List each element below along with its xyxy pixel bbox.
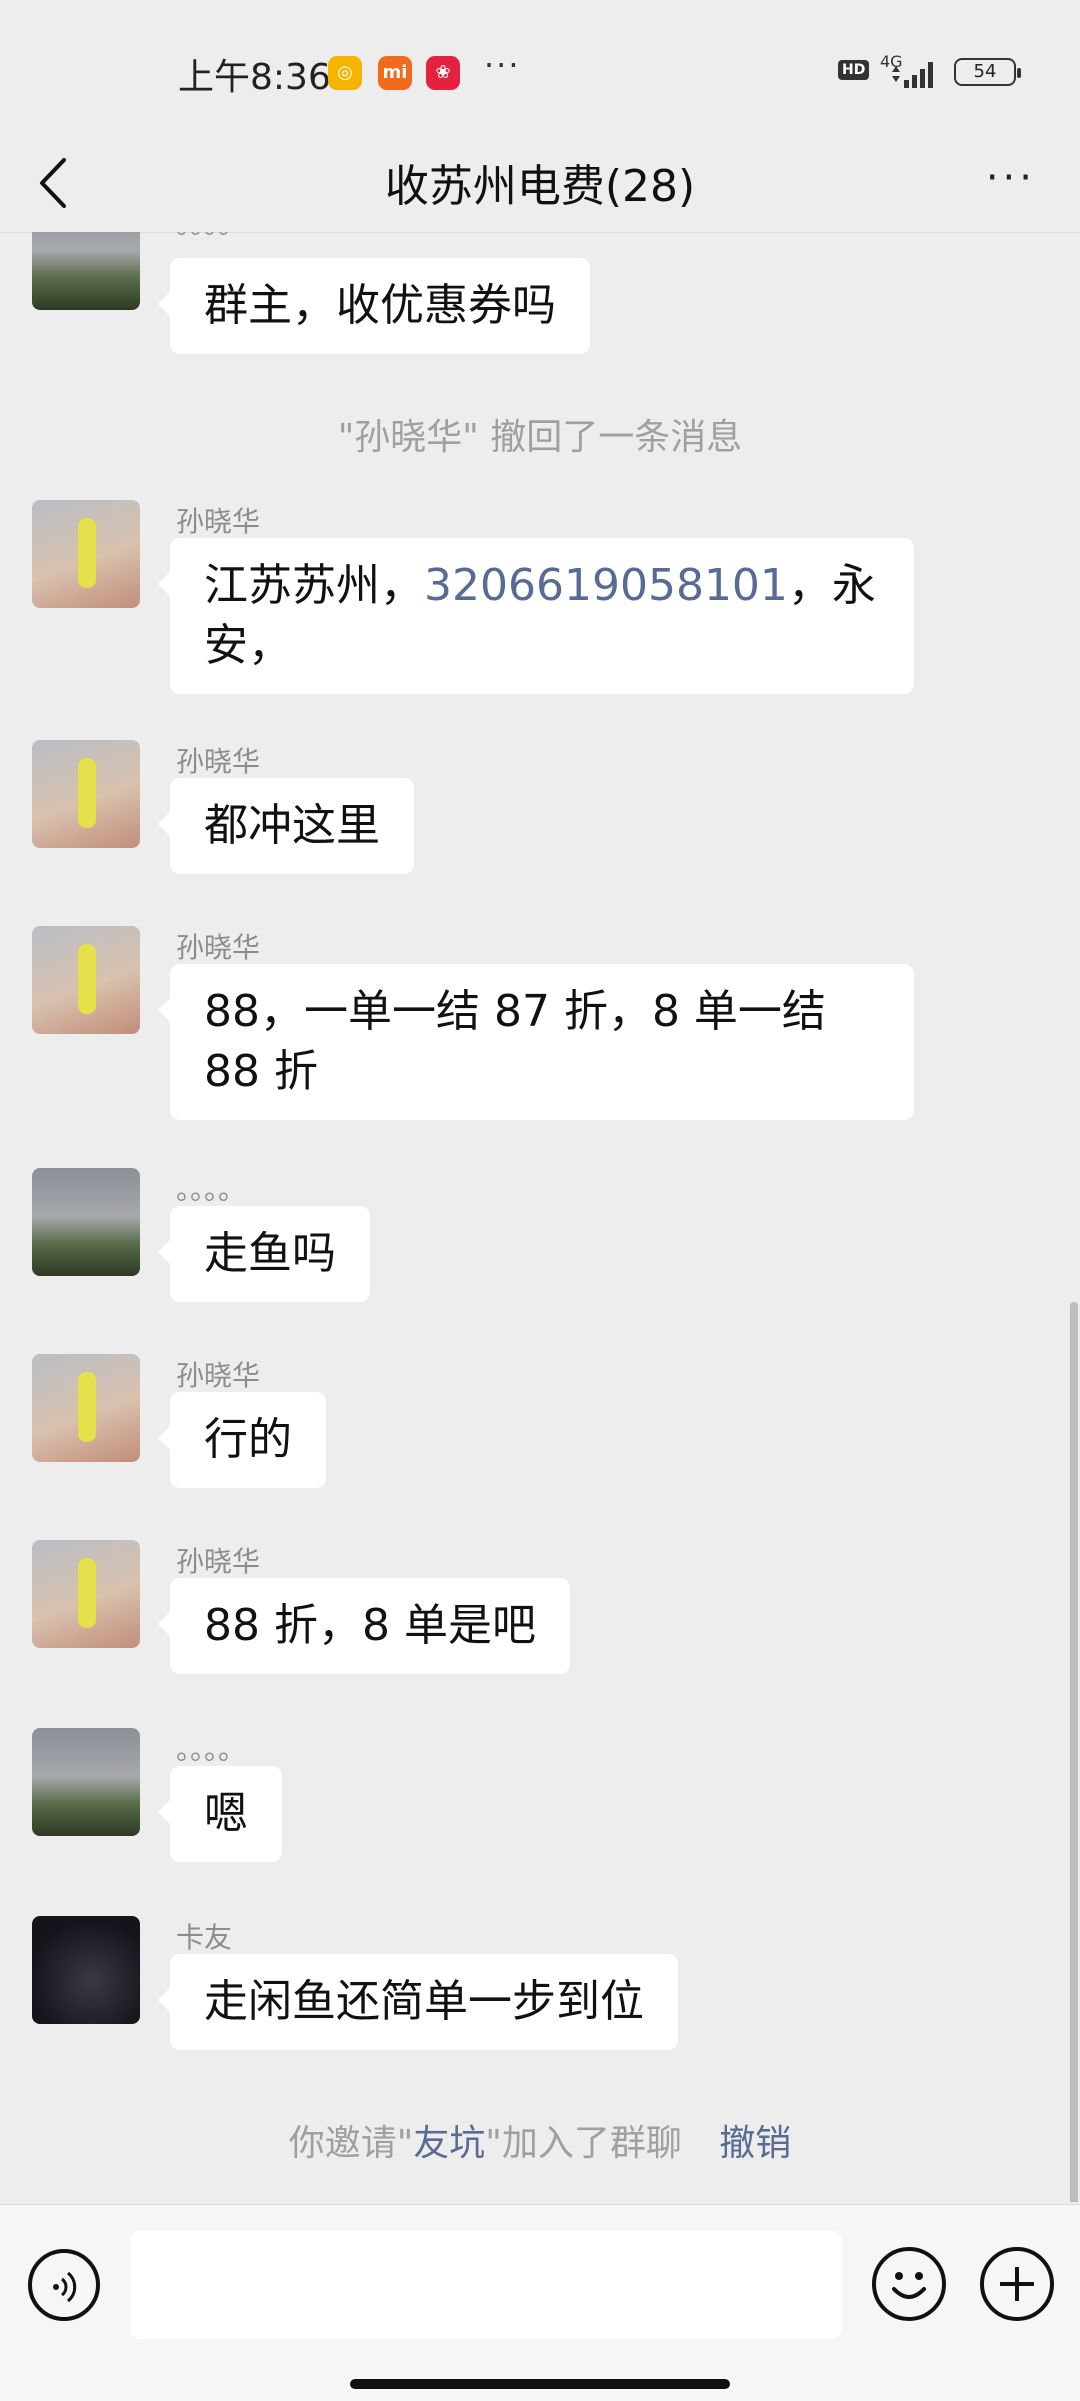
chat-title: 收苏州电费(28) — [384, 161, 696, 212]
avatar[interactable] — [32, 1168, 140, 1276]
more-functions-button[interactable] — [980, 2247, 1054, 2321]
sender-name: 孙晓华 — [176, 505, 261, 538]
sender-name: 。。。。 — [176, 1733, 247, 1766]
avatar[interactable] — [32, 926, 140, 1034]
sender-name: 。。。。 — [176, 1173, 247, 1206]
message-bubble[interactable]: 走闲鱼还简单一步到位 — [158, 1954, 678, 2050]
scrollbar[interactable] — [1070, 1302, 1078, 2202]
avatar[interactable] — [32, 1354, 140, 1462]
system-message: "孙晓华" 撤回了一条消息 — [337, 417, 743, 458]
status-bar: 上午8:36 ◎ mi ❀ ··· HD 4G 54 — [0, 0, 1080, 140]
signal-icon — [892, 62, 933, 88]
sender-name: 孙晓华 — [176, 931, 261, 964]
message-bubble[interactable]: 嗯 — [158, 1766, 282, 1862]
voice-input-button[interactable] — [28, 2249, 100, 2321]
message-bubble[interactable]: 88，一单一结 87 折，8 单一结 88 折 — [158, 964, 914, 1120]
battery-icon: 54 — [954, 58, 1021, 86]
message-bubble[interactable]: 群主，收优惠券吗 — [158, 258, 590, 354]
invitee-name[interactable]: 友坑 — [413, 2123, 485, 2164]
input-bar — [0, 2204, 1080, 2401]
invite-prefix: 你邀请" — [288, 2123, 414, 2164]
account-number-link[interactable]: 3206619058101 — [424, 560, 788, 611]
avatar[interactable] — [32, 740, 140, 848]
sender-name: 孙晓华 — [176, 1359, 261, 1392]
avatar[interactable] — [32, 1540, 140, 1648]
invite-suffix: "加入了群聊 — [485, 2123, 682, 2164]
avatar[interactable] — [32, 1916, 140, 2024]
hd-badge: HD — [838, 60, 870, 80]
app-notification-icon: ❀ — [426, 56, 460, 90]
mi-icon: mi — [378, 56, 412, 90]
emoji-button[interactable] — [872, 2247, 946, 2321]
undo-invite-link[interactable]: 撤销 — [719, 2123, 791, 2164]
message-bubble[interactable]: 行的 — [158, 1392, 326, 1488]
avatar[interactable] — [32, 500, 140, 608]
message-list[interactable]: 。。。。 群主，收优惠券吗 "孙晓华" 撤回了一条消息 孙晓华 江苏苏州，320… — [0, 232, 1080, 2202]
message-text: 江苏苏州， — [204, 560, 424, 611]
avatar[interactable] — [32, 232, 140, 310]
message-bubble[interactable]: 都冲这里 — [158, 778, 414, 874]
chat-header: 收苏州电费(28) ··· — [0, 140, 1080, 233]
weibo-icon: ◎ — [328, 56, 362, 90]
avatar[interactable] — [32, 1728, 140, 1836]
sender-name: 孙晓华 — [176, 1545, 261, 1578]
message-bubble[interactable]: 88 折，8 单是吧 — [158, 1578, 570, 1674]
message-input[interactable] — [130, 2231, 842, 2339]
more-menu-icon[interactable]: ··· — [986, 158, 1036, 198]
more-notifications-icon: ··· — [484, 46, 521, 84]
status-time: 上午8:36 — [178, 57, 331, 98]
sender-name: 卡友 — [176, 1921, 233, 1954]
emoji-icon — [892, 2272, 926, 2299]
message-bubble[interactable]: 江苏苏州，3206619058101，永安， — [158, 538, 914, 694]
sender-name: 。。。。 — [176, 232, 246, 242]
message-bubble[interactable]: 走鱼吗 — [158, 1206, 370, 1302]
home-indicator[interactable] — [350, 2379, 730, 2389]
sender-name: 孙晓华 — [176, 745, 261, 778]
voice-icon — [53, 2271, 77, 2303]
invite-notice: 你邀请"友坑"加入了群聊 撤销 — [0, 2114, 1080, 2166]
